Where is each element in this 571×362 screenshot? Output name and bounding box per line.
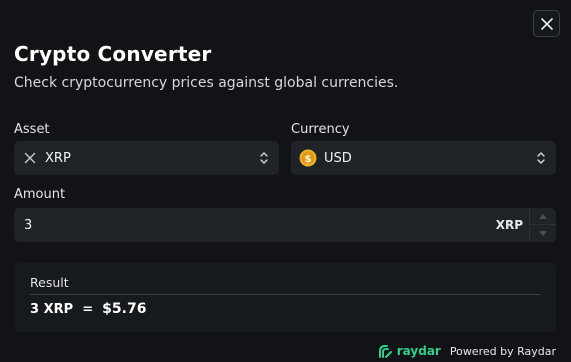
result-value: 3 XRP = $5.76: [30, 301, 146, 317]
dollar-coin-icon: $: [299, 149, 317, 167]
dialog-title: Crypto Converter: [14, 42, 212, 66]
result-panel: Result 3 XRP = $5.76: [14, 263, 556, 332]
svg-text:$: $: [305, 154, 312, 165]
result-label: Result: [30, 275, 69, 290]
brand-name: raydar: [396, 344, 441, 358]
amount-stepper: [529, 208, 556, 242]
asset-select[interactable]: XRP: [14, 141, 279, 175]
asset-label: Asset: [14, 122, 50, 137]
dialog-subtitle: Check cryptocurrency prices against glob…: [14, 75, 399, 91]
close-icon: [540, 17, 553, 30]
increment-button[interactable]: [530, 208, 556, 225]
chevron-up-down-icon: [537, 152, 545, 164]
powered-by-link[interactable]: raydar Powered by Raydar: [378, 344, 556, 358]
result-divider: [30, 294, 540, 295]
amount-unit: XRP: [495, 218, 523, 232]
currency-select[interactable]: $ USD: [291, 141, 556, 175]
amount-input[interactable]: [14, 208, 494, 242]
amount-field-container: XRP: [14, 208, 556, 242]
result-from: 3 XRP: [30, 302, 74, 317]
caret-up-icon: [539, 213, 547, 219]
xrp-icon: [24, 152, 36, 164]
chevron-up-down-icon: [260, 152, 268, 164]
result-equals: =: [82, 302, 94, 317]
result-converted: $5.76: [102, 301, 147, 317]
powered-by-text: Powered by Raydar: [449, 344, 556, 358]
amount-label: Amount: [14, 187, 66, 202]
decrement-button[interactable]: [530, 225, 556, 242]
currency-label: Currency: [291, 122, 350, 137]
raydar-logo-icon: [378, 344, 392, 358]
close-button[interactable]: [533, 10, 560, 37]
currency-value: USD: [324, 150, 352, 166]
caret-down-icon: [539, 231, 547, 236]
asset-value: XRP: [45, 150, 71, 166]
